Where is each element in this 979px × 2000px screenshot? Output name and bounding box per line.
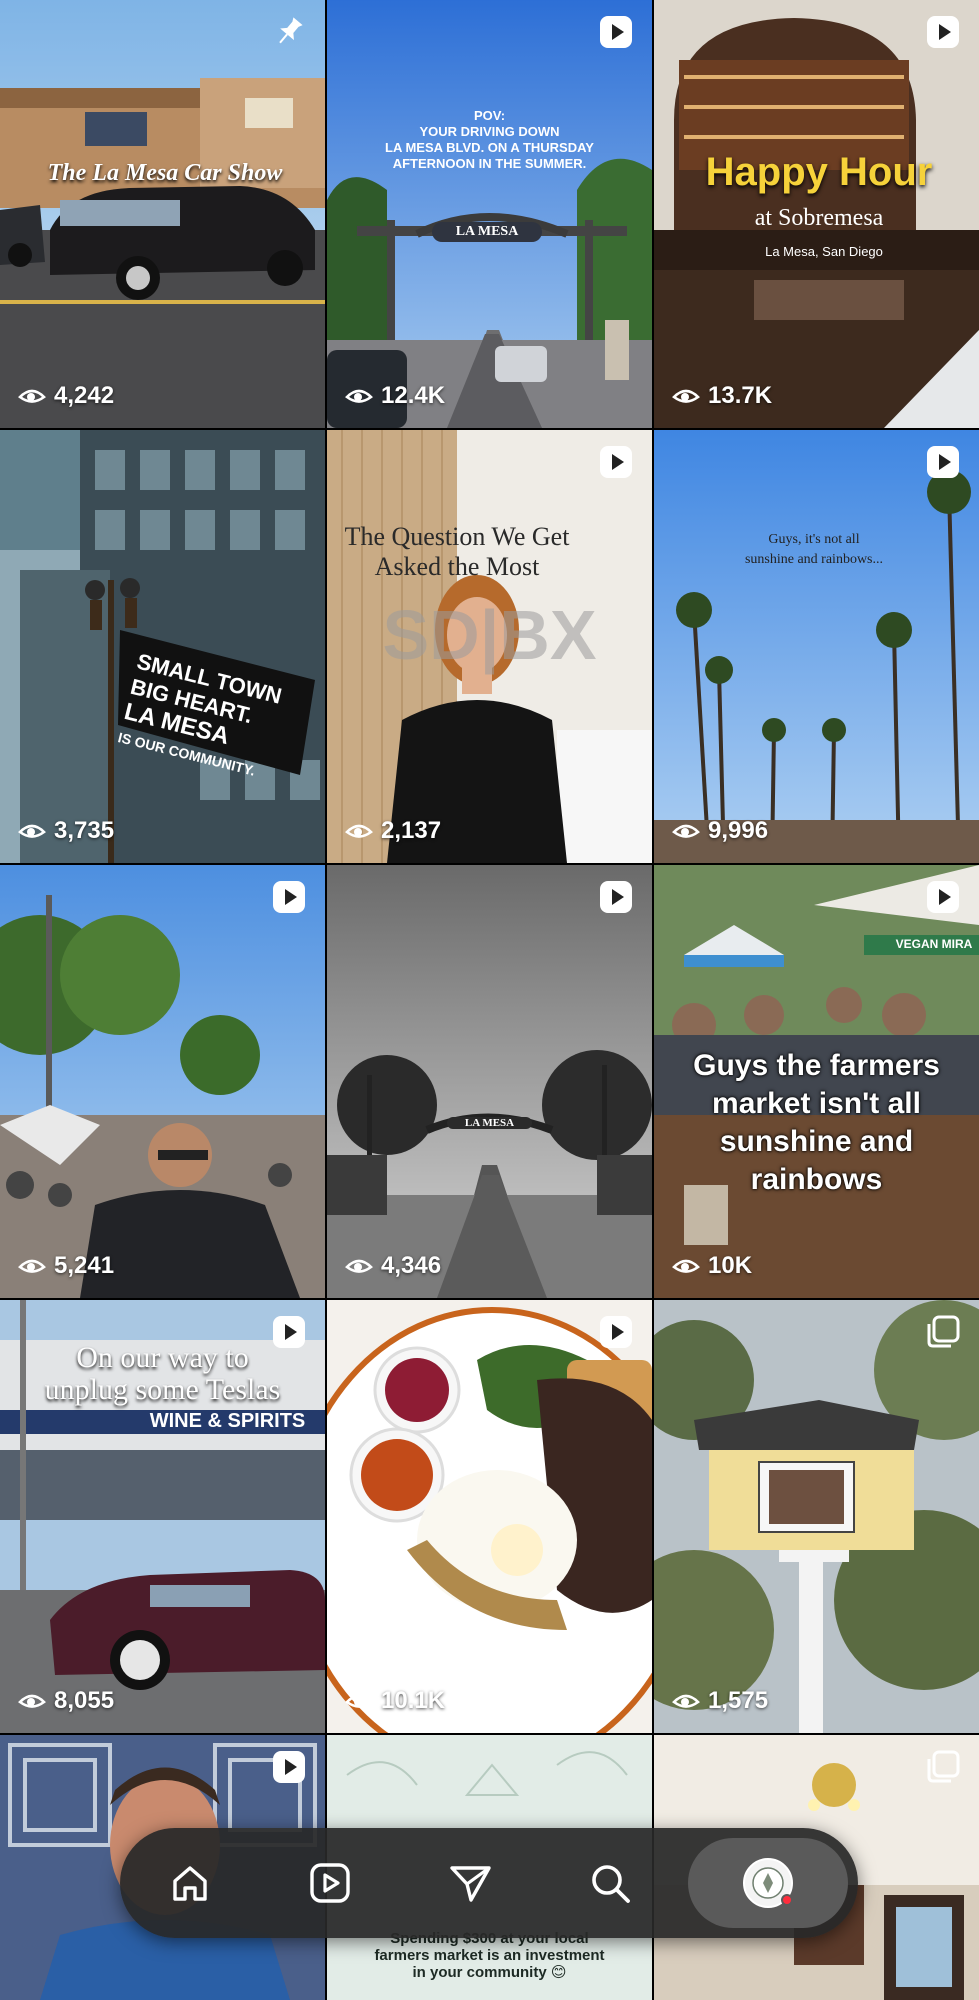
- eye-icon: [18, 389, 46, 403]
- eye-icon: [18, 1259, 46, 1273]
- post-thumbnail: [0, 865, 325, 1298]
- reel-icon: [598, 444, 634, 480]
- view-count: 9,996: [672, 817, 768, 845]
- post-caption: The La Mesa Car Show: [47, 160, 283, 186]
- home-icon: [173, 1866, 207, 1901]
- post-tile[interactable]: 1,575: [654, 1300, 979, 1733]
- view-count: 1,575: [672, 1687, 768, 1715]
- post-tile[interactable]: LA MESA 4,346: [327, 865, 652, 1298]
- post-caption: On our way to unplug some Teslas: [44, 1341, 281, 1406]
- notification-dot: [781, 1894, 793, 1906]
- eye-icon: [345, 824, 373, 838]
- post-thumbnail: [0, 430, 325, 863]
- post-thumbnail: [654, 1300, 979, 1733]
- reel-icon: [925, 444, 961, 480]
- eye-icon: [345, 1694, 373, 1708]
- post-thumbnail: [327, 865, 652, 1298]
- post-tile[interactable]: Happy Hour at Sobremesa La Mesa, San Die…: [654, 0, 979, 428]
- wall-sign: SD|BX: [382, 596, 597, 674]
- post-thumbnail: [327, 0, 652, 428]
- la-mesa-sign: LA MESA: [447, 1117, 532, 1129]
- post-tile[interactable]: Guys, it's not all sunshine and rainbows…: [654, 430, 979, 863]
- reel-icon: [271, 1749, 307, 1785]
- post-caption: Guys the farmers market isn't all sunshi…: [693, 1049, 940, 1196]
- view-count: 4,242: [18, 382, 114, 410]
- post-thumbnail: [654, 430, 979, 863]
- bottom-navigation: [120, 1828, 858, 1938]
- reel-icon: [598, 879, 634, 915]
- eye-icon: [18, 1694, 46, 1708]
- carousel-icon: [925, 1314, 961, 1350]
- view-count: 12.4K: [345, 382, 445, 410]
- view-count: 10.1K: [345, 1687, 445, 1715]
- reel-icon: [925, 14, 961, 50]
- reel-icon: [598, 14, 634, 50]
- post-tile[interactable]: 5,241: [0, 865, 325, 1298]
- search-icon: [592, 1865, 630, 1903]
- view-count: 10K: [672, 1252, 752, 1280]
- send-icon: [450, 1866, 491, 1902]
- reels-tab[interactable]: [260, 1828, 400, 1938]
- profile-logo: [752, 1867, 784, 1899]
- post-tile[interactable]: SMALL TOWN BIG HEART. LA MESA IS OUR COM…: [0, 430, 325, 863]
- view-count: 4,346: [345, 1252, 441, 1280]
- reel-icon: [925, 879, 961, 915]
- post-thumbnail: [0, 0, 325, 428]
- post-caption: POV: YOUR DRIVING DOWN LA MESA BLVD. ON …: [385, 108, 594, 171]
- post-tile[interactable]: 10.1K: [327, 1300, 652, 1733]
- reel-icon: [271, 879, 307, 915]
- reel-icon: [598, 1314, 634, 1350]
- post-caption: The Question We Get Asked the Most: [344, 522, 570, 581]
- post-tile[interactable]: POV: YOUR DRIVING DOWN LA MESA BLVD. ON …: [327, 0, 652, 428]
- eye-icon: [18, 824, 46, 838]
- eye-icon: [672, 389, 700, 403]
- awning-text: VEGAN MIRA: [895, 937, 973, 951]
- view-count: 8,055: [18, 1687, 114, 1715]
- post-location: La Mesa, San Diego: [765, 244, 883, 259]
- eye-icon: [672, 1694, 700, 1708]
- eye-icon: [672, 824, 700, 838]
- profile-tab[interactable]: [688, 1838, 848, 1928]
- post-title: Happy Hour: [705, 150, 933, 194]
- view-count: 2,137: [345, 817, 441, 845]
- view-count: 3,735: [18, 817, 114, 845]
- post-tile[interactable]: WINE & SPIRITS On our way to unplug some…: [0, 1300, 325, 1733]
- eye-icon: [672, 1259, 700, 1273]
- post-tile[interactable]: The La Mesa Car Show 4,242: [0, 0, 325, 428]
- view-count: 5,241: [18, 1252, 114, 1280]
- post-tile[interactable]: VEGAN MIRA Guys the farmers market isn't…: [654, 865, 979, 1298]
- eye-icon: [345, 1259, 373, 1273]
- post-subtitle: at Sobremesa: [754, 205, 884, 231]
- posts-grid: The La Mesa Car Show 4,242 POV: YOUR DRI…: [0, 0, 979, 2000]
- la-mesa-sign: LA MESA: [432, 222, 542, 242]
- messages-tab[interactable]: [400, 1828, 540, 1938]
- reels-icon: [310, 1863, 350, 1903]
- post-caption: Guys, it's not all sunshine and rainbows…: [744, 532, 884, 567]
- pin-icon: [271, 14, 307, 50]
- profile-avatar: [743, 1858, 793, 1908]
- storefront-sign: WINE & SPIRITS: [149, 1410, 306, 1432]
- eye-icon: [345, 389, 373, 403]
- search-tab[interactable]: [540, 1828, 680, 1938]
- post-tile[interactable]: SD|BX The Question We Get Asked the Most…: [327, 430, 652, 863]
- carousel-icon: [925, 1749, 961, 1785]
- post-thumbnail: [327, 1300, 652, 1733]
- reel-icon: [271, 1314, 307, 1350]
- home-tab[interactable]: [120, 1828, 260, 1938]
- view-count: 13.7K: [672, 382, 772, 410]
